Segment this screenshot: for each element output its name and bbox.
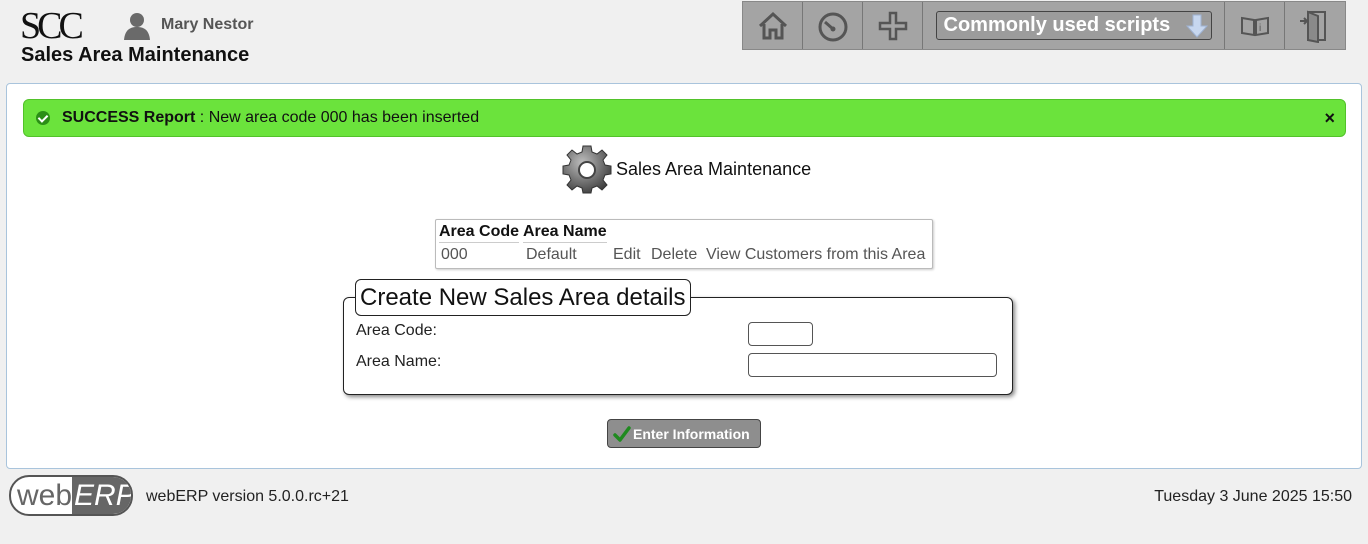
check-circle-icon — [36, 111, 50, 125]
area-table: Area Code Area Name 000 Default Edit Del… — [435, 219, 933, 269]
toolbar: Commonly used scripts i — [742, 1, 1346, 50]
home-button[interactable] — [743, 2, 803, 49]
scripts-dropdown-wrap: Commonly used scripts — [923, 2, 1225, 49]
column-header-area-name: Area Name — [523, 223, 607, 240]
enter-information-label: Enter Information — [633, 425, 750, 442]
cell-area-name: Default — [526, 246, 577, 263]
manual-icon: i — [1240, 16, 1269, 36]
version-text: webERP version 5.0.0.rc+21 — [146, 488, 349, 505]
delete-link[interactable]: Delete — [651, 246, 697, 264]
header: SCC Mary Nestor Sales Area Maintenance C… — [0, 0, 1368, 80]
add-button[interactable] — [863, 2, 923, 49]
dashboard-button[interactable] — [803, 2, 863, 49]
success-banner: SUCCESS Report : New area code 000 has b… — [23, 99, 1346, 137]
home-icon — [758, 11, 787, 39]
area-code-input[interactable] — [748, 322, 813, 346]
logout-icon — [1300, 10, 1326, 43]
cell-area-code: 000 — [441, 246, 468, 263]
page-title: Sales Area Maintenance — [21, 44, 250, 66]
date-time: Tuesday 3 June 2025 15:50 — [1154, 488, 1352, 505]
logout-button[interactable] — [1285, 2, 1345, 49]
checkmark-icon — [613, 425, 631, 442]
company-logo: SCC — [20, 5, 84, 47]
user-name[interactable]: Mary Nestor — [161, 16, 253, 34]
commonly-used-scripts-select[interactable]: Commonly used scripts — [935, 11, 1212, 40]
edit-link[interactable]: Edit — [613, 246, 641, 264]
logo-web-text: web — [17, 478, 73, 512]
column-header-area-code: Area Code — [439, 223, 520, 240]
weberp-logo[interactable]: web ERP — [9, 475, 133, 516]
main-panel: SUCCESS Report : New area code 000 has b… — [6, 83, 1362, 469]
plus-icon — [878, 11, 907, 40]
form-legend: Create New Sales Area details — [355, 279, 691, 316]
dashboard-icon — [818, 12, 847, 41]
scripts-select-label: Commonly used scripts — [943, 14, 1171, 36]
view-customers-link[interactable]: View Customers from this Area — [706, 246, 925, 264]
gear-icon — [562, 145, 612, 194]
area-name-label: Area Name: — [356, 353, 442, 370]
area-name-input[interactable] — [748, 353, 997, 377]
svg-text:i: i — [1259, 23, 1261, 34]
area-code-label: Area Code: — [356, 322, 437, 339]
close-icon[interactable]: × — [1324, 108, 1335, 129]
enter-information-button[interactable]: Enter Information — [607, 419, 761, 448]
section-title: Sales Area Maintenance — [616, 158, 812, 179]
user-icon — [124, 13, 150, 40]
header-divider — [439, 242, 519, 243]
logo-erp-text: ERP — [72, 477, 131, 514]
arrow-down-icon — [1185, 14, 1208, 38]
success-prefix: SUCCESS Report — [62, 109, 196, 126]
section-heading: Sales Area Maintenance — [562, 144, 811, 194]
success-message: : New area code 000 has been inserted — [195, 109, 480, 126]
manual-button[interactable]: i — [1225, 2, 1285, 49]
header-divider — [523, 242, 607, 243]
